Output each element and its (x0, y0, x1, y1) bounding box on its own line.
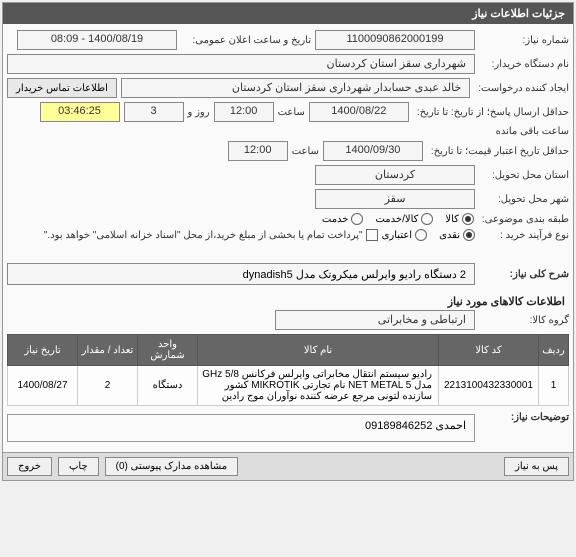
row-process: نوع فرآیند خرید : نقدی اعتباری "پرداخت ت… (7, 229, 569, 241)
cell-idx: 1 (539, 366, 569, 406)
footer-bar: پس به نیاز مشاهده مدارک پیوستی (0) چاپ خ… (3, 452, 573, 480)
time-label-1: ساعت (278, 107, 305, 118)
radio-cash[interactable]: نقدی (439, 229, 475, 241)
table-header-row: ردیف کد کالا نام کالا واحد شمارش تعداد /… (8, 335, 569, 366)
row-group: گروه کالا: ارتباطی و مخابراتی (7, 310, 569, 330)
deadline-label: حداقل ارسال پاسخ؛ از تاریخ: تا تاریخ: (413, 107, 569, 118)
radio-service[interactable]: خدمت (322, 213, 364, 225)
row-deadline: حداقل ارسال پاسخ؛ از تاریخ: تا تاریخ: 14… (7, 102, 569, 137)
category-label: طبقه بندی موضوعی: (478, 214, 569, 225)
deadline-time: 12:00 (214, 102, 274, 122)
close-button[interactable]: خروج (7, 457, 52, 476)
need-number-label: شماره نیاز: (479, 35, 569, 46)
radio-credit[interactable]: اعتباری (382, 229, 427, 241)
need-number-value: 1100090862000199 (315, 30, 475, 50)
announce-label: تاریخ و ساعت اعلان عمومی: (181, 35, 311, 46)
category-radios: کالا کالا/خدمت خدمت (322, 213, 474, 225)
panel-title: جزئیات اطلاعات نیاز (3, 3, 573, 24)
group-label: گروه کالا: (479, 315, 569, 326)
cell-date: 1400/08/27 (8, 366, 78, 406)
remaining-time: 03:46:25 (40, 102, 120, 122)
validity-time: 12:00 (228, 141, 288, 161)
details-panel: جزئیات اطلاعات نیاز شماره نیاز: 11000908… (2, 2, 574, 481)
cell-unit: دستگاه (138, 366, 198, 406)
cell-qty: 2 (78, 366, 138, 406)
row-validity: حداقل تاریخ اعتبار قیمت؛ تا تاریخ: 1400/… (7, 141, 569, 161)
desc-label: شرح کلی نیاز: (479, 269, 569, 280)
th-date: تاریخ نیاز (8, 335, 78, 366)
deadline-suffix: روز و (188, 107, 210, 118)
row-need-number: شماره نیاز: 1100090862000199 تاریخ و ساع… (7, 30, 569, 50)
city-label: شهر محل تحویل: (479, 194, 569, 205)
buyer-value: شهرداری سقز استان کردستان (7, 54, 475, 74)
remaining-label: ساعت باقی مانده (496, 126, 569, 137)
th-row: ردیف (539, 335, 569, 366)
th-unit: واحد شمارش (138, 335, 198, 366)
row-buyer: نام دستگاه خریدار: شهرداری سقز استان کرد… (7, 54, 569, 74)
th-code: کد کالا (439, 335, 539, 366)
notes-area[interactable]: احمدی 09189846252 (7, 414, 475, 442)
time-label-2: ساعت (292, 146, 319, 157)
th-name: نام کالا (198, 335, 439, 366)
row-city: شهر محل تحویل: سقز (7, 189, 569, 209)
description-input[interactable] (7, 263, 475, 285)
group-value: ارتباطی و مخابراتی (275, 310, 475, 330)
deadline-date: 1400/08/22 (309, 102, 409, 122)
checkbox-icon (366, 229, 378, 241)
deadline-days: 3 (124, 102, 184, 122)
radio-icon (351, 213, 363, 225)
province-label: استان محل تحویل: (479, 170, 569, 181)
radio-icon (462, 213, 474, 225)
row-category: طبقه بندی موضوعی: کالا کالا/خدمت خدمت (7, 213, 569, 225)
announce-value: 1400/08/19 - 08:09 (17, 30, 177, 50)
requester-label: ایجاد کننده درخواست: (474, 83, 569, 94)
buyer-label: نام دستگاه خریدار: (479, 59, 569, 70)
contact-buyer-button[interactable]: اطلاعات تماس خریدار (7, 78, 117, 98)
attachments-button[interactable]: مشاهده مدارک پیوستی (0) (105, 457, 239, 476)
radio-icon (421, 213, 433, 225)
requester-value: خالد عبدی حسابدار شهرداری سقز استان کردس… (121, 78, 470, 98)
validity-date: 1400/09/30 (323, 141, 423, 161)
radio-icon (463, 229, 475, 241)
items-section-title: اطلاعات کالاهای مورد نیاز (7, 289, 569, 310)
items-table: ردیف کد کالا نام کالا واحد شمارش تعداد /… (7, 334, 569, 406)
th-qty: تعداد / مقدار (78, 335, 138, 366)
back-button[interactable]: پس به نیاز (504, 457, 569, 476)
print-button[interactable]: چاپ (58, 457, 99, 476)
row-requester: ایجاد کننده درخواست: خالد عبدی حسابدار ش… (7, 78, 569, 98)
radio-goods-service[interactable]: کالا/خدمت (375, 213, 433, 225)
form-area: شماره نیاز: 1100090862000199 تاریخ و ساع… (3, 24, 573, 452)
row-notes: توضیحات نیاز: احمدی 09189846252 (7, 412, 569, 442)
cell-code: 2213100432330001 (439, 366, 539, 406)
radio-goods[interactable]: کالا (445, 213, 474, 225)
cell-name: رادیو سیستم انتقال مخابراتی وایرلس فرکان… (198, 366, 439, 406)
process-radios: نقدی اعتباری (382, 229, 475, 241)
radio-icon (415, 229, 427, 241)
validity-label: حداقل تاریخ اعتبار قیمت؛ تا تاریخ: (427, 146, 569, 157)
row-province: استان محل تحویل: کردستان (7, 165, 569, 185)
row-description: شرح کلی نیاز: (7, 263, 569, 285)
credit-note-check: "پرداخت تمام یا بخشی از مبلغ خرید،از محل… (44, 229, 378, 241)
process-label: نوع فرآیند خرید : (479, 230, 569, 241)
table-row[interactable]: 1 2213100432330001 رادیو سیستم انتقال مخ… (8, 366, 569, 406)
province-value: کردستان (315, 165, 475, 185)
notes-label: توضیحات نیاز: (479, 412, 569, 423)
city-value: سقز (315, 189, 475, 209)
